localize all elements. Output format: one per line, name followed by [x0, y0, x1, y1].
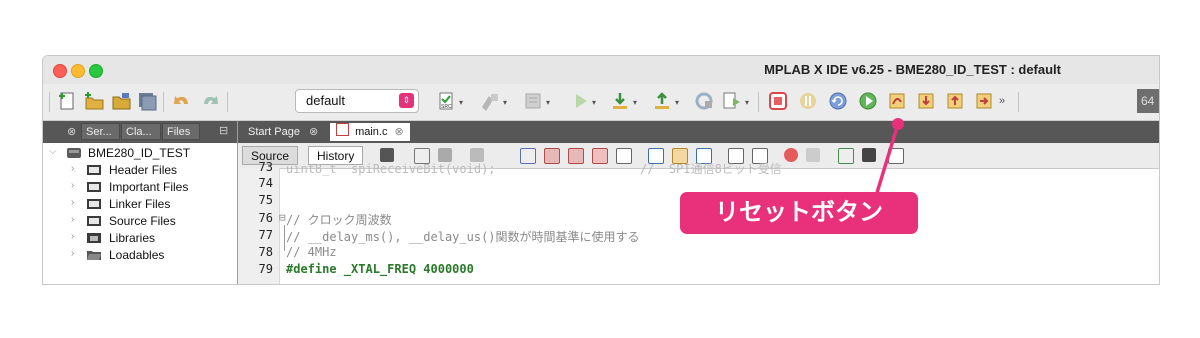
annotation-pointer: [874, 118, 904, 197]
reset-button-callout: リセットボタン: [680, 192, 918, 234]
